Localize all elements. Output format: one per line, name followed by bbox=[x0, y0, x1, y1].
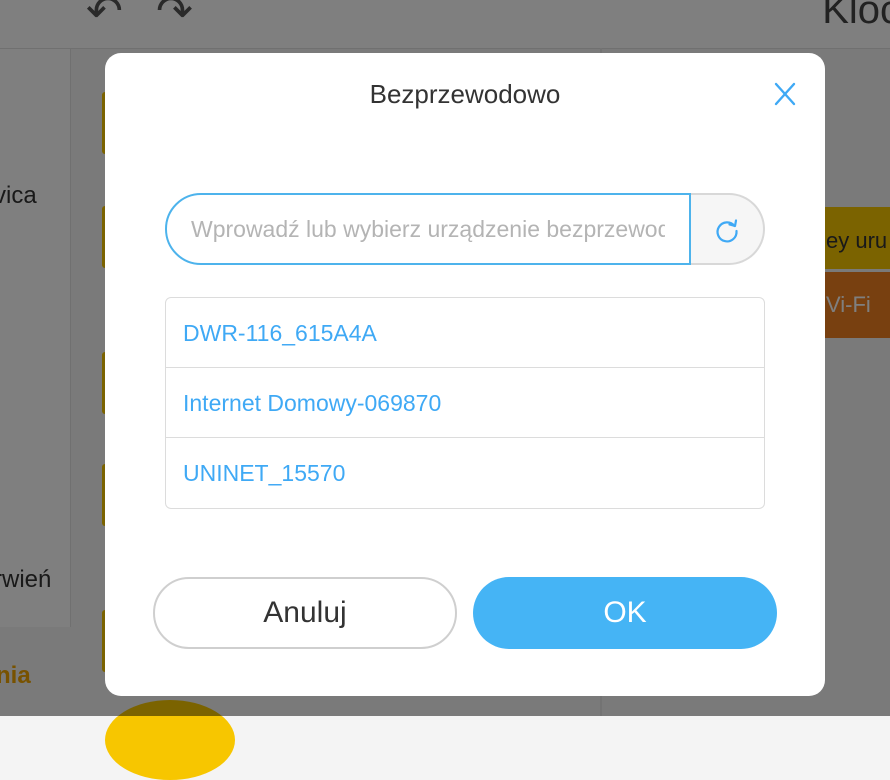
device-search-input[interactable] bbox=[165, 193, 691, 265]
network-item[interactable]: DWR-116_615A4A bbox=[166, 298, 764, 368]
ok-button[interactable]: OK bbox=[473, 577, 777, 649]
network-item[interactable]: Internet Domowy-069870 bbox=[166, 368, 764, 438]
device-search bbox=[165, 193, 765, 265]
close-icon bbox=[774, 82, 796, 106]
dialog-title: Bezprzewodowo bbox=[369, 79, 561, 109]
refresh-button[interactable] bbox=[691, 193, 765, 265]
cancel-button[interactable]: Anuluj bbox=[153, 577, 457, 649]
network-item[interactable]: UNINET_15570 bbox=[166, 438, 764, 508]
wireless-dialog: Bezprzewodowo DWR-116_615A4A Internet Do… bbox=[105, 53, 825, 696]
network-list: DWR-116_615A4A Internet Domowy-069870 UN… bbox=[165, 297, 765, 509]
refresh-icon bbox=[716, 219, 738, 243]
close-button[interactable] bbox=[770, 79, 800, 109]
